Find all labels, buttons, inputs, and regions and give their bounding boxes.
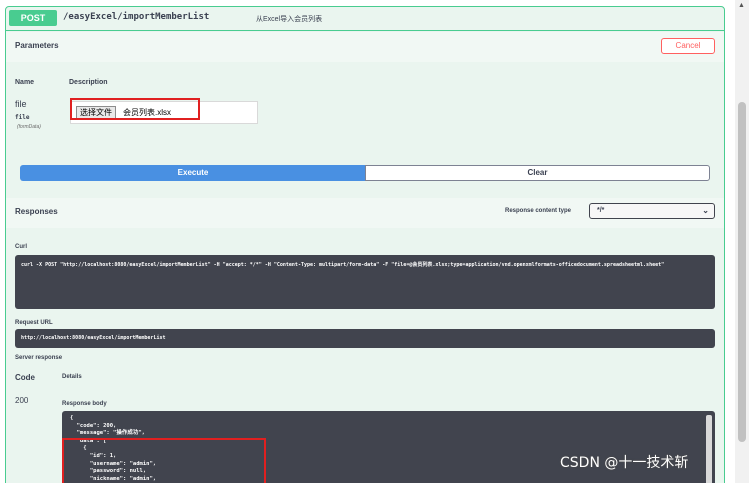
request-url-block: http://localhost:8080/easyExcel/importMe… bbox=[15, 329, 715, 348]
execute-button[interactable]: Execute bbox=[20, 165, 366, 181]
cancel-button[interactable]: Cancel bbox=[661, 38, 715, 54]
page-scrollbar-thumb[interactable] bbox=[738, 102, 746, 442]
operation-block-post: POST /easyExcel/importMemberList 从Excel导… bbox=[5, 6, 725, 483]
request-url: http://localhost:8080/easyExcel/importMe… bbox=[21, 335, 166, 341]
parameters-title: Parameters bbox=[15, 41, 59, 50]
response-content-type-label: Response content type bbox=[505, 208, 572, 214]
parameters-header: Parameters Cancel bbox=[6, 32, 724, 62]
request-url-label: Request URL bbox=[15, 320, 53, 326]
response-content-type-select[interactable]: */* ⌄ bbox=[589, 203, 715, 219]
responses-header: Responses Response content type */* ⌄ bbox=[6, 198, 724, 228]
method-badge: POST bbox=[9, 10, 57, 26]
highlight-box-file bbox=[70, 98, 200, 120]
response-content-type-value: */* bbox=[597, 207, 605, 214]
param-location: (formData) bbox=[17, 124, 41, 130]
curl-command: curl -X POST "http://localhost:8080/easy… bbox=[21, 262, 665, 268]
scroll-up-icon[interactable]: ▲ bbox=[738, 2, 745, 9]
column-header-description: Description bbox=[69, 79, 108, 86]
column-header-name: Name bbox=[15, 79, 35, 86]
curl-code-block: curl -X POST "http://localhost:8080/easy… bbox=[15, 255, 715, 309]
clear-button[interactable]: Clear bbox=[365, 165, 710, 181]
response-code: 200 bbox=[15, 396, 29, 405]
response-body-scrollbar[interactable] bbox=[706, 415, 712, 483]
response-body-label: Response body bbox=[62, 401, 107, 407]
operation-summary[interactable]: POST /easyExcel/importMemberList 从Excel导… bbox=[6, 7, 724, 31]
server-response-label: Server response bbox=[15, 355, 63, 361]
chevron-down-icon: ⌄ bbox=[702, 206, 709, 215]
code-column-header: Code bbox=[15, 373, 35, 382]
swagger-page: POST /easyExcel/importMemberList 从Excel导… bbox=[0, 0, 735, 483]
param-name: file bbox=[15, 99, 27, 109]
operation-description: 从Excel导入会员列表 bbox=[256, 16, 323, 23]
highlight-box-response bbox=[62, 438, 266, 483]
responses-title: Responses bbox=[15, 207, 58, 216]
page-scrollbar[interactable]: ▲ bbox=[735, 0, 749, 483]
operation-path: /easyExcel/importMemberList bbox=[63, 12, 210, 22]
watermark: CSDN @十一技术斩 bbox=[560, 455, 689, 471]
param-type: file bbox=[15, 114, 30, 121]
details-column-header: Details bbox=[62, 374, 82, 380]
curl-label: Curl bbox=[15, 244, 27, 250]
